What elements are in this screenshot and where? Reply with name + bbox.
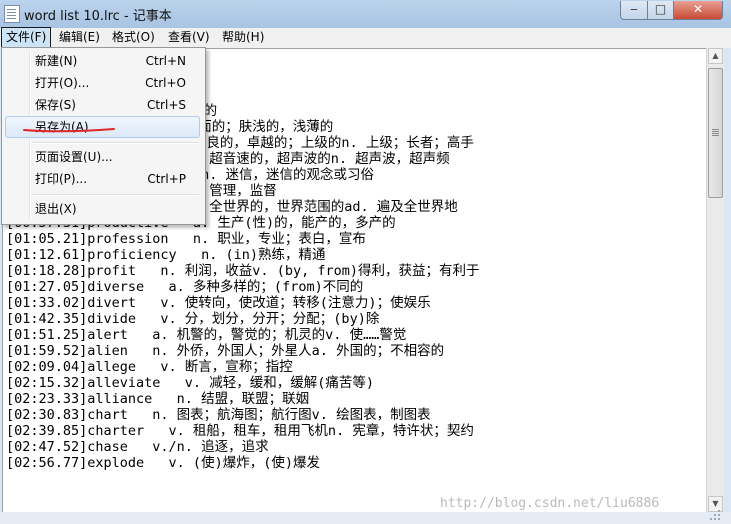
title-bar[interactable]: word list 10.lrc - 记事本 ‒ □ ✕	[0, 0, 731, 28]
text-line: [01:33.02]divert v. 使转向，使改道；转移(注意力)；使娱乐	[6, 295, 431, 311]
menu-item-print[interactable]: 打印(P)... Ctrl+P	[5, 168, 200, 190]
menu-bar: 文件(F) 编辑(E) 格式(O) 查看(V) 帮助(H)	[0, 27, 731, 48]
menu-view[interactable]: 查看(V)	[164, 28, 214, 47]
watermark: http://blog.csdn.net/liu6886	[440, 496, 660, 511]
text-line: [02:30.83]chart n. 图表；航海图；航行图v. 绘图表，制图表	[6, 407, 431, 423]
text-line: [02:39.85]charter v. 租船，租车，租用飞机n. 宪章，特许状…	[6, 423, 474, 439]
menu-separator	[32, 142, 199, 144]
menu-item-page-setup[interactable]: 页面设置(U)...	[5, 146, 200, 168]
menu-item-label: 打印(P)...	[35, 172, 88, 186]
text-line: [02:09.04]allege v. 断言，宣称；指控	[6, 359, 293, 375]
bottom-frame	[0, 512, 731, 524]
menu-item-open[interactable]: 打开(O)... Ctrl+O	[5, 72, 200, 94]
text-line: [01:59.52]alien n. 外侨，外国人；外星人a. 外国的；不相容的	[6, 343, 445, 359]
text-line: [02:23.33]alliance n. 结盟，联盟；联姻	[6, 391, 310, 407]
menu-item-label: 保存(S)	[35, 98, 76, 112]
menu-separator	[32, 194, 199, 196]
menu-item-label: 打开(O)...	[35, 76, 90, 90]
resize-grip-icon[interactable]	[708, 508, 722, 522]
notepad-icon	[4, 5, 20, 23]
text-line: [02:56.77]explode v. (使)爆炸，(使)爆发	[6, 455, 320, 471]
text-line: [02:47.52]chase v./n. 追逐，追求	[6, 439, 269, 455]
text-line: [01:51.25]alert a. 机警的，警觉的；机灵的v. 使……警觉	[6, 327, 407, 343]
file-menu-dropdown: 新建(N) Ctrl+N 打开(O)... Ctrl+O 保存(S) Ctrl+…	[1, 47, 206, 225]
menu-item-label: 新建(N)	[35, 54, 78, 68]
menu-item-exit[interactable]: 退出(X)	[5, 198, 200, 220]
window-title: word list 10.lrc - 记事本	[24, 9, 172, 24]
close-button[interactable]: ✕	[673, 1, 723, 20]
text-line: [02:15.32]alleviate v. 减轻，缓和，缓解(痛苦等)	[6, 375, 374, 391]
menu-format[interactable]: 格式(O)	[108, 28, 159, 47]
menu-item-label: 退出(X)	[35, 202, 77, 216]
text-line: [01:05.21]profession n. 职业，专业；表白，宣布	[6, 231, 366, 247]
menu-item-shortcut: Ctrl+P	[147, 172, 186, 186]
text-line: [01:27.05]diverse a. 多种多样的；(from)不同的	[6, 279, 364, 295]
menu-file[interactable]: 文件(F)	[1, 27, 52, 48]
maximize-button[interactable]: □	[647, 1, 674, 20]
minimize-button[interactable]: ‒	[620, 1, 648, 20]
menu-help[interactable]: 帮助(H)	[218, 28, 268, 47]
red-underline-annotation	[23, 128, 115, 133]
notepad-window: word list 10.lrc - 记事本 ‒ □ ✕ 文件(F) 编辑(E)…	[0, 0, 731, 524]
menu-item-save[interactable]: 保存(S) Ctrl+S	[5, 94, 200, 116]
menu-item-shortcut: Ctrl+N	[145, 54, 186, 68]
vertical-scrollbar[interactable]: ▲ ▼	[706, 48, 724, 512]
scroll-thumb[interactable]	[708, 68, 723, 198]
menu-edit[interactable]: 编辑(E)	[55, 28, 104, 47]
text-line: [01:12.61]proficiency n. (in)熟练，精通	[6, 247, 326, 263]
menu-item-new[interactable]: 新建(N) Ctrl+N	[5, 50, 200, 72]
text-line: [01:42.35]divide v. 分，划分，分开；分配；(by)除	[6, 311, 380, 327]
text-line: [01:18.28]profit n. 利润，收益v. (by, from)得利…	[6, 263, 480, 279]
menu-item-label: 页面设置(U)...	[35, 150, 113, 164]
menu-item-shortcut: Ctrl+O	[145, 76, 186, 90]
scroll-up-icon[interactable]: ▲	[708, 48, 723, 64]
menu-item-shortcut: Ctrl+S	[146, 98, 186, 112]
